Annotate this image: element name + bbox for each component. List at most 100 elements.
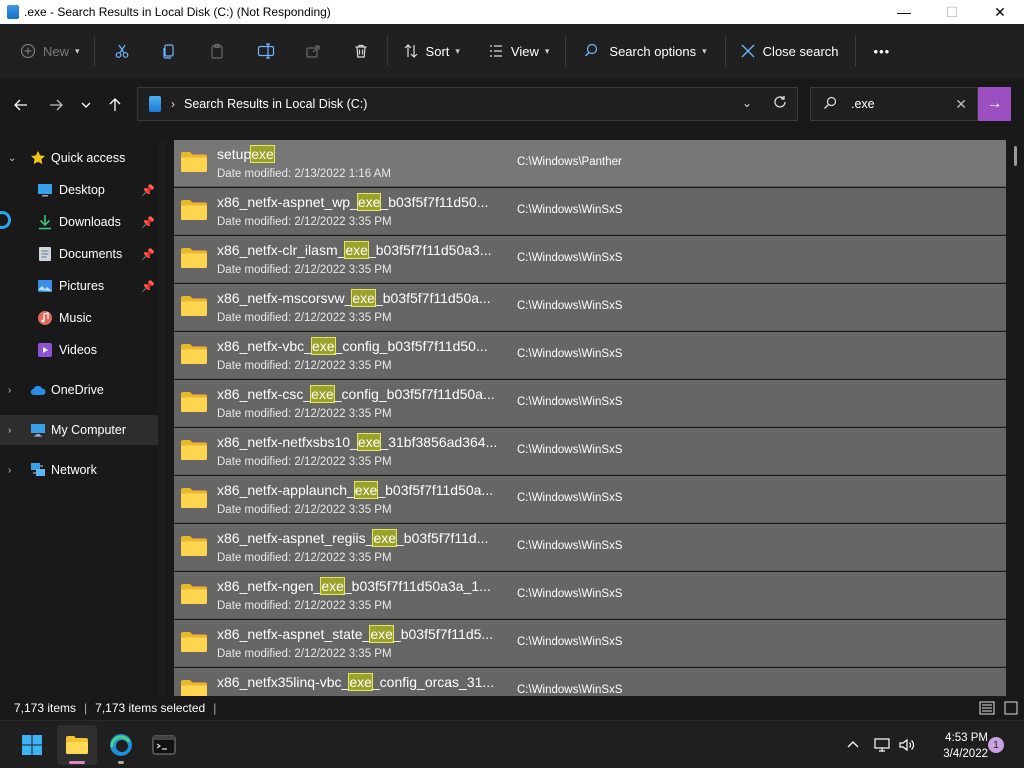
- date-value: 2/12/2022 3:35 PM: [294, 360, 392, 372]
- clear-search-icon[interactable]: ✕: [955, 96, 967, 113]
- result-row[interactable]: x86_netfx-csc_exe_config_b03f5f7f11d50a.…: [174, 380, 1006, 427]
- delete-button[interactable]: [353, 24, 369, 78]
- notification-badge[interactable]: 1: [988, 737, 1004, 753]
- more-options-button[interactable]: •••: [874, 24, 891, 78]
- sidebar-item-videos[interactable]: Videos: [0, 335, 158, 365]
- result-row[interactable]: x86_netfx-aspnet_regiis_exe_b03f5f7f11d.…: [174, 524, 1006, 571]
- refresh-button[interactable]: [773, 95, 787, 112]
- back-button[interactable]: [9, 93, 33, 117]
- paste-button[interactable]: [209, 24, 225, 78]
- sidebar-item-quick-access[interactable]: ⌄ Quick access: [0, 143, 158, 173]
- search-box[interactable]: .exe ✕: [810, 87, 978, 121]
- date-label: Date modified:: [217, 408, 292, 420]
- taskbar-terminal[interactable]: [144, 725, 184, 765]
- picture-icon: [37, 278, 53, 294]
- volume-button[interactable]: [898, 721, 916, 768]
- view-label: View: [510, 43, 539, 59]
- sidebar-item-label: OneDrive: [51, 383, 104, 397]
- details-view-button[interactable]: [979, 700, 995, 716]
- taskbar-clock[interactable]: 4:53 PM 3/4/2022: [926, 730, 988, 762]
- date-value: 2/12/2022 3:35 PM: [294, 312, 392, 324]
- result-row[interactable]: setupexe Date modified: 2/13/2022 1:16 AM…: [174, 140, 1006, 187]
- result-row[interactable]: x86_netfx-clr_ilasm_exe_b03f5f7f11d50a3.…: [174, 236, 1006, 283]
- minimize-button[interactable]: —: [880, 0, 928, 24]
- sort-button[interactable]: Sort ▾: [403, 24, 460, 78]
- chevron-down-icon[interactable]: ⌄: [8, 153, 16, 164]
- results-scrollbar[interactable]: [1014, 146, 1017, 166]
- search-input[interactable]: .exe: [851, 97, 875, 111]
- large-icons-view-button[interactable]: [1003, 700, 1019, 716]
- sidebar-item-documents[interactable]: Documents 📌: [0, 239, 158, 269]
- search-go-button[interactable]: →: [978, 87, 1011, 121]
- share-button[interactable]: [305, 24, 321, 78]
- cloud-icon: [30, 382, 46, 398]
- search-match-highlight: exe: [353, 481, 379, 499]
- sidebar-item-network[interactable]: › Network: [0, 455, 158, 485]
- sidebar-item-desktop[interactable]: Desktop 📌: [0, 175, 158, 205]
- sidebar-item-my-computer[interactable]: › My Computer: [0, 415, 158, 445]
- trash-icon: [353, 43, 369, 59]
- divider: [565, 36, 567, 66]
- forward-button[interactable]: [44, 93, 68, 117]
- result-date: Date modified: 2/12/2022 3:35 PM: [217, 504, 392, 516]
- search-options-label: Search options: [609, 43, 697, 59]
- result-row[interactable]: x86_netfx-netfxsbs10_exe_31bf3856ad364..…: [174, 428, 1006, 475]
- sidebar-item-label: Videos: [59, 343, 97, 357]
- result-location: C:\Windows\Panther: [517, 156, 622, 168]
- up-button[interactable]: [103, 93, 127, 117]
- result-row[interactable]: x86_netfx-mscorsvw_exe_b03f5f7f11d50a...…: [174, 284, 1006, 331]
- chevron-right-icon[interactable]: ›: [8, 425, 11, 436]
- date-label: Date modified:: [217, 504, 292, 516]
- sidebar-item-downloads[interactable]: Downloads 📌: [0, 207, 158, 237]
- cut-button[interactable]: [114, 24, 130, 78]
- result-location: C:\Windows\WinSxS: [517, 492, 623, 504]
- date-label: Date modified:: [217, 312, 292, 324]
- recent-locations-button[interactable]: [74, 93, 98, 117]
- show-hidden-icons-button[interactable]: [846, 721, 860, 768]
- address-history-chevron-icon[interactable]: ⌄: [742, 96, 752, 110]
- result-name: x86_netfx-netfxsbs10_exe_31bf3856ad364..…: [217, 433, 497, 451]
- result-name: setupexe: [217, 145, 275, 163]
- result-date: Date modified: 2/12/2022 3:35 PM: [217, 408, 392, 420]
- close-search-button[interactable]: Close search: [740, 24, 839, 78]
- chevron-right-icon[interactable]: ›: [8, 465, 11, 476]
- results-list: setupexe Date modified: 2/13/2022 1:16 AM…: [166, 132, 1024, 696]
- close-button[interactable]: ✕: [976, 0, 1024, 24]
- network-status-button[interactable]: [873, 721, 891, 768]
- rename-button[interactable]: [257, 24, 275, 78]
- result-row[interactable]: x86_netfx-applaunch_exe_b03f5f7f11d50a..…: [174, 476, 1006, 523]
- chevron-up-icon: [847, 741, 859, 748]
- search-options-button[interactable]: Search options ▾: [584, 24, 707, 78]
- taskbar-edge[interactable]: [101, 725, 141, 765]
- result-row[interactable]: x86_netfx-vbc_exe_config_b03f5f7f11d50..…: [174, 332, 1006, 379]
- result-row[interactable]: x86_netfx-aspnet_wp_exe_b03f5f7f11d50...…: [174, 188, 1006, 235]
- result-date: Date modified: 2/12/2022 3:35 PM: [217, 264, 392, 276]
- copy-button[interactable]: [161, 24, 177, 78]
- maximize-button[interactable]: ☐: [928, 0, 976, 24]
- folder-icon: [66, 736, 88, 754]
- new-button[interactable]: New ▾: [20, 24, 80, 78]
- result-row[interactable]: x86_netfx-ngen_exe_b03f5f7f11d50a3a_1...…: [174, 572, 1006, 619]
- date-label: Date modified:: [217, 648, 292, 660]
- chevron-right-icon[interactable]: ›: [8, 385, 11, 396]
- speaker-icon: [899, 738, 915, 752]
- sidebar-item-music[interactable]: Music: [0, 303, 158, 333]
- running-indicator: [118, 761, 124, 764]
- plus-circle-icon: [20, 43, 36, 59]
- sidebar-scrollbar[interactable]: [158, 140, 166, 696]
- result-row[interactable]: x86_netfx-aspnet_state_exe_b03f5f7f11d5.…: [174, 620, 1006, 667]
- start-button[interactable]: [12, 725, 52, 765]
- search-folder-icon: [149, 96, 161, 112]
- address-bar[interactable]: › Search Results in Local Disk (C:) ⌄: [137, 87, 798, 121]
- close-search-label: Close search: [762, 43, 839, 59]
- folder-icon: [180, 439, 208, 461]
- view-button[interactable]: View ▾: [488, 24, 549, 78]
- document-icon: [37, 246, 53, 262]
- sidebar-item-label: Desktop: [59, 183, 105, 197]
- taskbar-file-explorer[interactable]: [57, 725, 97, 765]
- search-match-highlight: exe: [356, 193, 382, 211]
- result-row[interactable]: x86_netfx35linq-vbc_exe_config_orcas_31.…: [174, 668, 1006, 696]
- breadcrumb[interactable]: Search Results in Local Disk (C:): [184, 97, 367, 111]
- sidebar-item-onedrive[interactable]: › OneDrive: [0, 375, 158, 405]
- sidebar-item-pictures[interactable]: Pictures 📌: [0, 271, 158, 301]
